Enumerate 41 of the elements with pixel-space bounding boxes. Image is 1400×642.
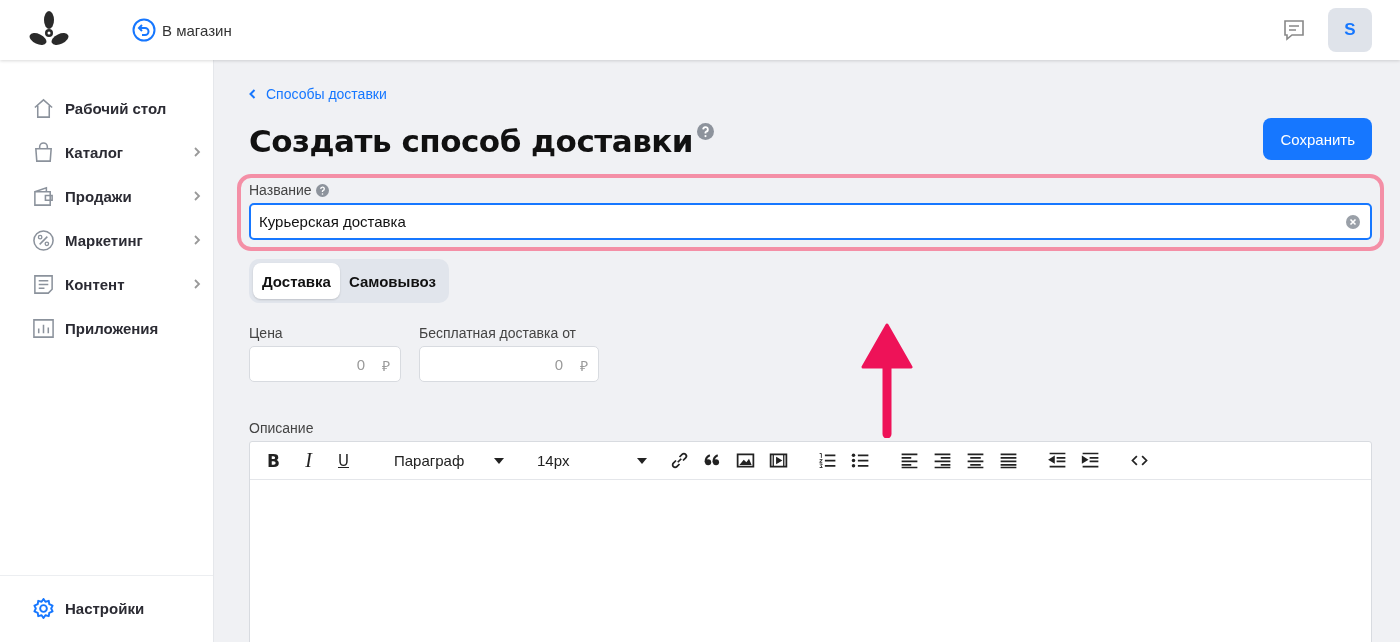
chevron-left-icon [249, 89, 256, 99]
tab[interactable]: Самовывоз [339, 263, 445, 299]
sidebar-item-label: Контент [65, 275, 126, 293]
name-input-field[interactable]: Курьерская доставка [249, 203, 1372, 240]
sidebar-item[interactable]: Рабочий стол [0, 86, 213, 130]
currency-sign: ₽ [580, 357, 588, 375]
caret-icon [494, 457, 504, 464]
page-title: Создать способ доставки [249, 123, 694, 159]
save-button[interactable]: Сохранить [1263, 118, 1372, 160]
field-label: Цена [249, 325, 284, 341]
field-label: Бесплатная доставка от [419, 325, 578, 341]
sidebar-item[interactable]: Приложения [0, 306, 213, 350]
chat-icon[interactable] [1282, 18, 1306, 42]
sidebar-item-label: Настройки [65, 599, 146, 617]
currency-sign: ₽ [382, 357, 390, 375]
sidebar-item-label: Рабочий стол [65, 99, 168, 117]
format-button[interactable]: U [326, 445, 361, 476]
sidebar-item-label: Каталог [65, 143, 125, 161]
format-button[interactable]: B [256, 445, 291, 476]
breadcrumb-link[interactable]: Способы доставки [249, 86, 387, 102]
format-button[interactable]: I [291, 445, 326, 476]
sidebar-item-label: Маркетинг [65, 231, 144, 249]
sidebar-item[interactable]: Каталог [0, 130, 213, 174]
help-icon[interactable] [315, 183, 329, 197]
field-label: Описание [249, 420, 315, 436]
field-label: Название [249, 182, 312, 198]
back-to-store-link[interactable]: В магазин [132, 18, 232, 42]
numbered-list-icon [817, 450, 838, 471]
help-icon[interactable] [697, 123, 715, 140]
link-icon [669, 450, 690, 471]
sidebar-item[interactable]: Контент [0, 262, 213, 306]
sidebar-item[interactable]: Продажи [0, 174, 213, 218]
dropdown[interactable]: Параграф [369, 445, 504, 476]
dropdown[interactable]: 14px [512, 445, 647, 476]
sidebar-item[interactable]: Маркетинг [0, 218, 213, 262]
clear-icon[interactable] [1346, 215, 1360, 229]
tab[interactable]: Доставка [253, 263, 340, 299]
sidebar-item[interactable]: Настройки [0, 586, 213, 630]
sidebar-item-label: Продажи [65, 187, 133, 205]
caret-icon [637, 457, 647, 464]
sidebar-item-label: Приложения [65, 319, 160, 337]
